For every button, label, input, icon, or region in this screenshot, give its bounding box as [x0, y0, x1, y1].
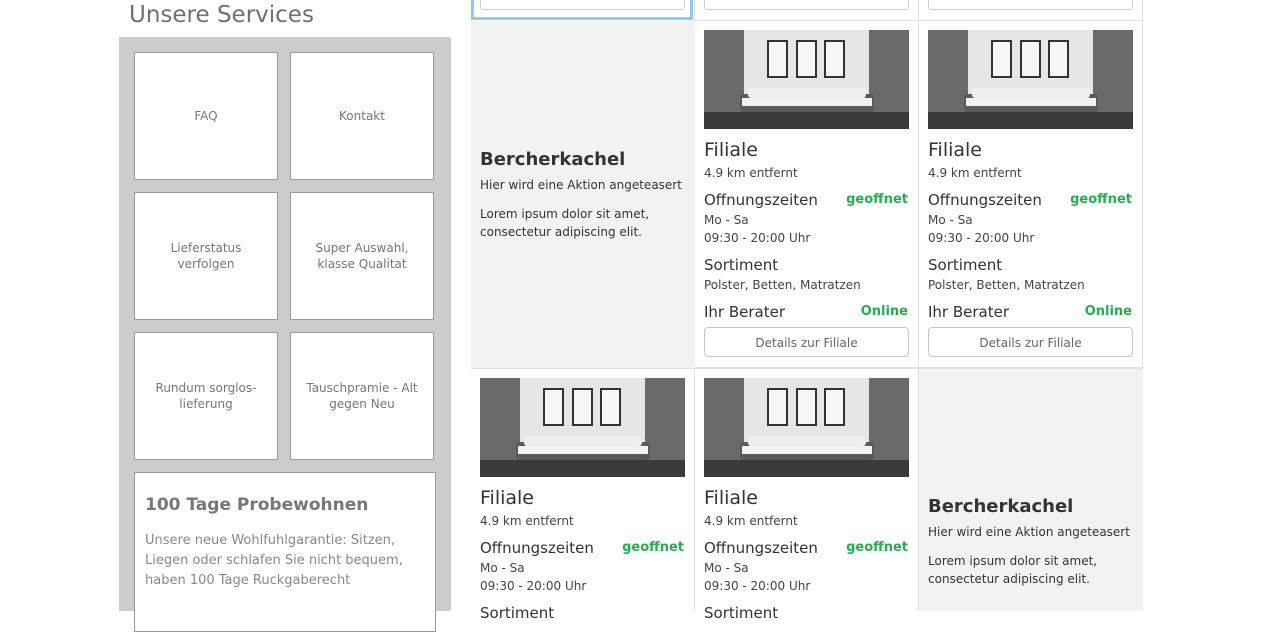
divider: [918, 0, 919, 21]
teaser-subtitle: Hier wird eine Aktion angeteasert: [480, 178, 682, 192]
filiale-title: Filiale: [704, 487, 758, 509]
filiale-title: Filiale: [928, 139, 982, 161]
open-status: geoffnet: [846, 540, 908, 555]
assortment-value: Polster, Betten, Matratzen: [928, 278, 1085, 292]
teaser-subtitle: Hier wird eine Aktion angeteasert: [928, 525, 1130, 539]
open-days: Mo - Sa: [928, 213, 973, 227]
details-button-partial[interactable]: [928, 0, 1133, 10]
open-status: geoffnet: [846, 192, 908, 207]
sofa-image: [704, 378, 909, 477]
open-time: 09:30 - 20:00 Uhr: [704, 579, 811, 593]
hours-label: Offnungszeiten: [928, 191, 1042, 209]
open-time: 09:30 - 20:00 Uhr: [480, 579, 587, 593]
services-panel: FAQ Kontakt Lieferstatus verfolgen Super…: [119, 37, 451, 632]
open-status: geoffnet: [1070, 192, 1132, 207]
filiale-distance: 4.9 km entfernt: [480, 514, 574, 528]
sofa-image: [928, 30, 1133, 129]
details-button[interactable]: Details zur Filiale: [704, 327, 909, 357]
open-time: 09:30 - 20:00 Uhr: [928, 231, 1035, 245]
divider: [1142, 0, 1143, 21]
service-tile-kontakt[interactable]: Kontakt: [290, 52, 434, 180]
promo-title: 100 Tage Probewohnen: [145, 495, 369, 515]
filiale-distance: 4.9 km entfernt: [704, 514, 798, 528]
open-days: Mo - Sa: [704, 213, 749, 227]
filiale-card: Filiale 4.9 km entfernt Offnungszeiten g…: [695, 21, 919, 368]
hours-label: Offnungszeiten: [704, 539, 818, 557]
filiale-card: Filiale 4.9 km entfernt Offnungszeiten g…: [471, 369, 695, 622]
filiale-card: Filiale 4.9 km entfernt Offnungszeiten g…: [919, 21, 1143, 368]
hours-label: Offnungszeiten: [704, 191, 818, 209]
details-button-partial[interactable]: [704, 0, 909, 10]
open-time: 09:30 - 20:00 Uhr: [704, 231, 811, 245]
advisor-label: Ihr Berater: [928, 303, 1010, 321]
details-button-partial[interactable]: [480, 0, 685, 10]
open-days: Mo - Sa: [704, 561, 749, 575]
teaser-text: Lorem ipsum dolor sit amet, consectetur …: [928, 554, 1098, 586]
teaser-title: Bercherkachel: [928, 496, 1074, 517]
service-tile-faq[interactable]: FAQ: [134, 52, 278, 180]
hours-label: Offnungszeiten: [480, 539, 594, 557]
advisor-status: Online: [1084, 304, 1132, 319]
advisor-status: Online: [860, 304, 908, 319]
service-tile-lieferung[interactable]: Rundum sorglos-lieferung: [134, 332, 278, 460]
assortment-value: Polster, Betten, Matratzen: [704, 278, 861, 292]
service-tile-auswahl[interactable]: Super Auswahl, klasse Qualitat: [290, 192, 434, 320]
filiale-distance: 4.9 km entfernt: [704, 166, 798, 180]
service-tile-lieferstatus[interactable]: Lieferstatus verfolgen: [134, 192, 278, 320]
assortment-label: Sortiment: [480, 604, 555, 622]
teaser-text: Lorem ipsum dolor sit amet, consectetur …: [480, 207, 650, 239]
filiale-distance: 4.9 km entfernt: [928, 166, 1022, 180]
assortment-label: Sortiment: [928, 256, 1003, 274]
open-days: Mo - Sa: [480, 561, 525, 575]
assortment-label: Sortiment: [704, 604, 779, 622]
details-button[interactable]: Details zur Filiale: [928, 327, 1133, 357]
filiale-title: Filiale: [480, 487, 534, 509]
advisor-label: Ihr Berater: [704, 303, 786, 321]
sofa-image: [480, 378, 685, 477]
promo-tile[interactable]: 100 Tage Probewohnen Unsere neue Wohlfuh…: [134, 472, 436, 632]
sofa-image: [704, 30, 909, 129]
promo-text: Unsere neue Wohlfuhlgarantie: Sitzen, Li…: [145, 533, 403, 588]
filiale-card: Filiale 4.9 km entfernt Offnungszeiten g…: [695, 369, 919, 622]
services-heading: Unsere Services: [129, 2, 314, 28]
filiale-title: Filiale: [704, 139, 758, 161]
open-status: geoffnet: [622, 540, 684, 555]
teaser-card[interactable]: Bercherkachel Hier wird eine Aktion ange…: [471, 21, 695, 368]
divider: [694, 0, 695, 21]
assortment-label: Sortiment: [704, 256, 779, 274]
service-tile-tauschpramie[interactable]: Tauschpramie - Alt gegen Neu: [290, 332, 434, 460]
teaser-card[interactable]: Bercherkachel Hier wird eine Aktion ange…: [919, 369, 1143, 611]
teaser-title: Bercherkachel: [480, 149, 626, 170]
